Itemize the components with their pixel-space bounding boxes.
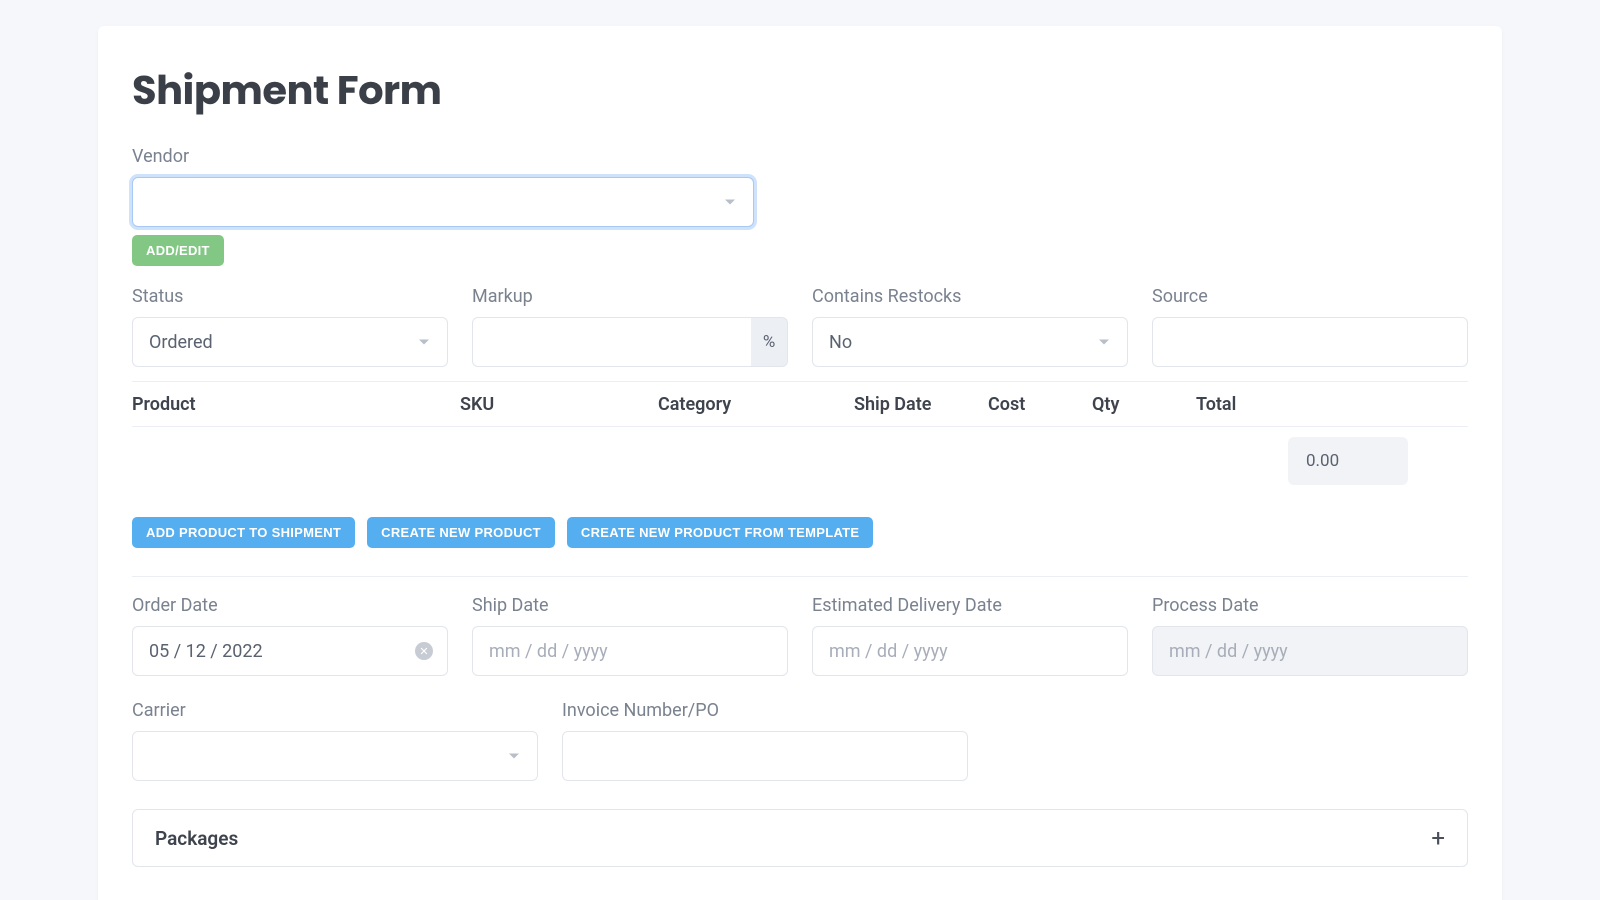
- markup-label: Markup: [472, 286, 788, 307]
- chevron-down-icon: [419, 340, 429, 345]
- divider: [132, 576, 1468, 577]
- vendor-select[interactable]: [132, 177, 754, 227]
- product-table: Product SKU Category Ship Date Cost Qty …: [132, 381, 1468, 427]
- th-cost: Cost: [988, 394, 1092, 415]
- process-date-placeholder: mm / dd / yyyy: [1169, 641, 1288, 662]
- order-date-label: Order Date: [132, 595, 448, 616]
- percent-suffix: %: [751, 317, 788, 367]
- restocks-select[interactable]: No: [812, 317, 1128, 367]
- edd-placeholder: mm / dd / yyyy: [829, 641, 948, 662]
- th-ship-date: Ship Date: [854, 394, 988, 415]
- markup-input-field[interactable]: [489, 318, 735, 366]
- order-date-input[interactable]: 05 / 12 / 2022 ✕: [132, 626, 448, 676]
- invoice-label: Invoice Number/PO: [562, 700, 968, 721]
- th-total: Total: [1196, 394, 1468, 415]
- vendor-label: Vendor: [132, 146, 1468, 167]
- plus-icon[interactable]: +: [1431, 826, 1445, 850]
- th-product: Product: [132, 394, 460, 415]
- vendor-add-edit-button[interactable]: Add/Edit: [132, 235, 224, 266]
- carrier-label: Carrier: [132, 700, 538, 721]
- chevron-down-icon: [1099, 340, 1109, 345]
- packages-panel[interactable]: Packages +: [132, 809, 1468, 867]
- add-product-button[interactable]: Add Product To Shipment: [132, 517, 355, 548]
- create-product-button[interactable]: Create New Product: [367, 517, 555, 548]
- source-input-field[interactable]: [1169, 318, 1451, 366]
- process-date-input[interactable]: mm / dd / yyyy: [1152, 626, 1468, 676]
- ship-date-input[interactable]: mm / dd / yyyy: [472, 626, 788, 676]
- edd-input[interactable]: mm / dd / yyyy: [812, 626, 1128, 676]
- order-date-value: 05 / 12 / 2022: [149, 641, 263, 662]
- source-label: Source: [1152, 286, 1468, 307]
- ship-date-placeholder: mm / dd / yyyy: [489, 641, 608, 662]
- create-product-from-template-button[interactable]: Create New Product From Template: [567, 517, 874, 548]
- page-title: Shipment Form: [132, 60, 1468, 120]
- markup-input[interactable]: [472, 317, 751, 367]
- carrier-select[interactable]: [132, 731, 538, 781]
- packages-label: Packages: [155, 827, 238, 850]
- status-value: Ordered: [149, 332, 213, 353]
- restocks-label: Contains Restocks: [812, 286, 1128, 307]
- source-input[interactable]: [1152, 317, 1468, 367]
- restocks-value: No: [829, 332, 852, 353]
- edd-label: Estimated Delivery Date: [812, 595, 1128, 616]
- status-select[interactable]: Ordered: [132, 317, 448, 367]
- total-value: 0.00: [1288, 437, 1408, 485]
- ship-date-label: Ship Date: [472, 595, 788, 616]
- invoice-input-field[interactable]: [579, 732, 951, 780]
- th-qty: Qty: [1092, 394, 1196, 415]
- chevron-down-icon: [725, 200, 735, 205]
- invoice-input[interactable]: [562, 731, 968, 781]
- status-label: Status: [132, 286, 448, 307]
- shipment-form-card: Shipment Form Vendor Add/Edit Status Ord…: [98, 26, 1502, 900]
- chevron-down-icon: [509, 754, 519, 759]
- th-sku: SKU: [460, 394, 658, 415]
- clear-icon[interactable]: ✕: [415, 642, 433, 660]
- th-category: Category: [658, 394, 854, 415]
- process-date-label: Process Date: [1152, 595, 1468, 616]
